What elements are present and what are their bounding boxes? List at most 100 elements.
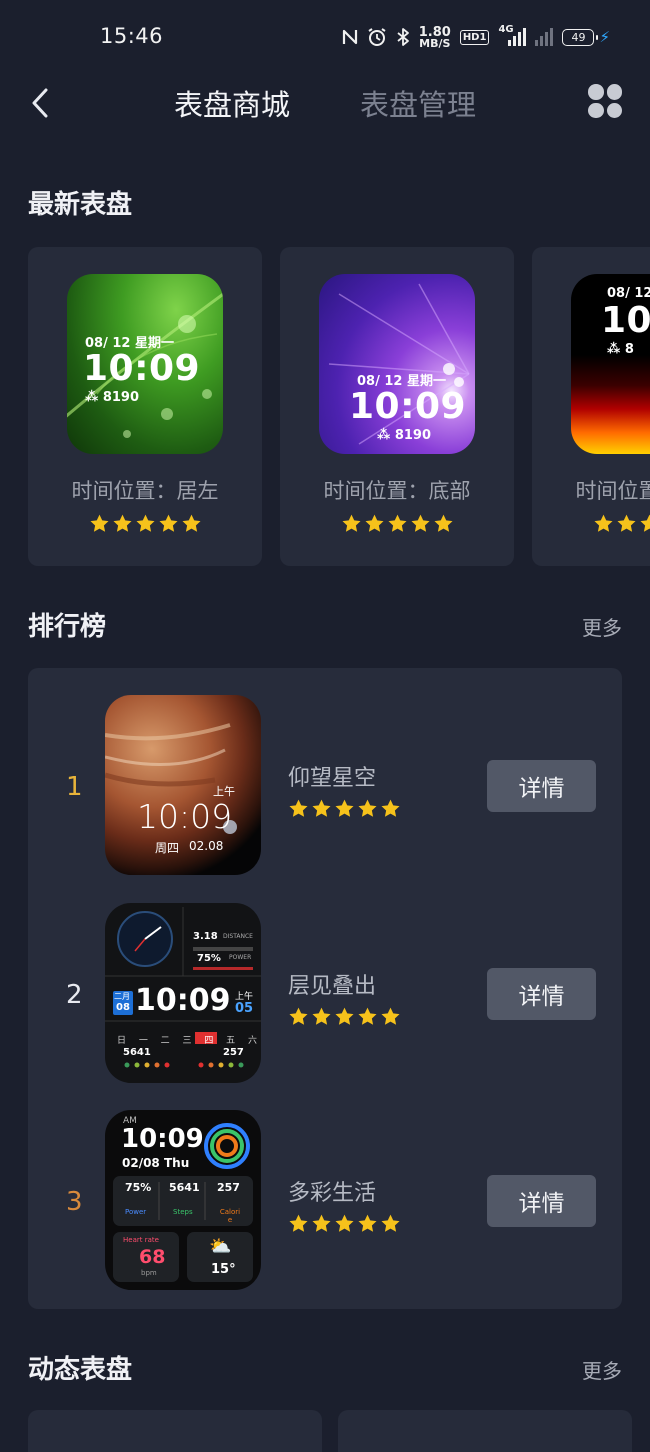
rating-stars — [288, 798, 401, 819]
face-steps-label: Steps — [173, 1208, 193, 1216]
face-heart-label: Heart rate — [123, 1236, 159, 1244]
tab-watchface-store[interactable]: 表盘商城 — [174, 82, 290, 124]
watchface-name: 多彩生活 — [288, 1181, 377, 1206]
grid-menu-icon[interactable] — [588, 84, 622, 118]
face-power: 75% — [125, 1181, 152, 1194]
star-icon — [411, 514, 430, 532]
latest-watchface-list[interactable]: 08/ 12 星期一 10:09 ⁂ 8190 时间位置：居左 08/ 12 星… — [28, 247, 650, 567]
face-distance-label: DISTANCE — [223, 933, 253, 940]
rating-stars — [89, 513, 202, 534]
watchface-card[interactable]: 08/ 12 星期一 10:09 ⁂ 8190 时间位置：底部 — [280, 247, 514, 566]
alarm-icon — [367, 27, 387, 47]
dynamic-section-title: 动态表盘 — [28, 1355, 133, 1385]
star-icon — [342, 514, 361, 532]
rank-number: 2 — [66, 980, 83, 1010]
star-icon — [90, 514, 109, 532]
rating-stars — [341, 513, 454, 534]
watchface-thumbnail: 08/ 12 星期一 10:09 ⁂ 8190 — [319, 274, 475, 454]
face-steps: 5641 — [123, 1047, 151, 1058]
star-icon — [159, 514, 178, 532]
dynamic-watchface-card[interactable] — [28, 1410, 322, 1452]
face-power: 75% — [197, 953, 221, 964]
flower-pattern — [328, 283, 470, 445]
dynamic-more-link[interactable]: 更多 — [582, 1355, 622, 1384]
star-icon — [365, 514, 384, 532]
star-icon — [594, 514, 613, 532]
face-weekday: 周四 — [155, 841, 180, 855]
detail-button[interactable]: 详情 — [487, 1175, 596, 1227]
face-calories: 257 — [223, 1047, 244, 1058]
star-icon — [312, 1214, 331, 1232]
watchface-card[interactable]: 08/ 12 星期一 10:09 ⁂ 8190 时间位置：居左 — [28, 247, 262, 566]
watchface-name: 仰望星空 — [288, 766, 377, 791]
steps-icon: ⁂ — [85, 390, 103, 405]
watchface-label: 时间位置：底部 — [323, 479, 471, 503]
face-day: 08 — [116, 1002, 130, 1013]
ranking-section-title: 排行榜 — [28, 612, 107, 642]
watchface-thumbnail[interactable]: AM 10:09 02/08 Thu 75% Power 5641 Steps … — [105, 1110, 261, 1290]
detail-button[interactable]: 详情 — [487, 968, 596, 1020]
star-icon — [289, 1007, 308, 1025]
bluetooth-icon — [396, 27, 410, 47]
star-icon — [358, 1007, 377, 1025]
latest-section-title: 最新表盘 — [28, 190, 133, 220]
watchface-thumbnail: 08/ 12 星期一 10:09 ⁂ 8190 — [67, 274, 223, 454]
detail-button[interactable]: 详情 — [487, 760, 596, 812]
signal-icon: 4G — [498, 24, 527, 46]
face-time: 10:09 — [137, 797, 233, 836]
star-icon — [289, 1214, 308, 1232]
face-weekday-row: 日一二三四五六 — [117, 1036, 257, 1046]
chevron-left-icon — [32, 88, 48, 118]
watchface-name: 层见叠出 — [288, 974, 377, 999]
watchface-thumbnail[interactable]: 上午 10:09 周四 02.08 — [105, 695, 261, 875]
status-icons: 1.80 MB/S HD1 4G 49 ⚡ — [342, 24, 610, 50]
star-icon — [640, 514, 650, 532]
watchface-card[interactable]: 08/ 12 10:09 ⁂ 8 时间位置：居左 — [532, 247, 650, 566]
star-icon — [335, 1214, 354, 1232]
face-steps: ⁂ 8190 — [85, 390, 140, 405]
face-time: 10:09 — [83, 348, 201, 389]
face-seconds: 05 — [235, 1001, 254, 1016]
rating-stars — [593, 513, 650, 534]
star-icon — [381, 1214, 400, 1232]
status-time: 15:46 — [100, 24, 164, 48]
dynamic-watchface-card[interactable] — [338, 1410, 632, 1452]
watchface-label: 时间位置：居左 — [575, 479, 650, 503]
face-time: 10:09 — [121, 1124, 204, 1154]
steps-icon: ⁂ — [607, 342, 625, 357]
star-icon — [335, 799, 354, 817]
face-date: 02.08 — [189, 839, 224, 853]
star-icon — [136, 514, 155, 532]
watchface-thumbnail[interactable]: 3.18 DISTANCE 75% POWER 二月 08 10:09 上午 0… — [105, 903, 261, 1083]
star-icon — [381, 1007, 400, 1025]
tab-watchface-manage[interactable]: 表盘管理 — [360, 82, 476, 124]
battery-icon: 49 — [562, 28, 599, 46]
face-time: 10:09 — [135, 983, 231, 1018]
ranking-more-link[interactable]: 更多 — [582, 612, 622, 641]
net-speed: 1.80 MB/S — [418, 25, 451, 50]
star-icon — [312, 1007, 331, 1025]
header: 表盘商城 表盘管理 — [0, 72, 650, 134]
star-icon — [388, 514, 407, 532]
star-icon — [358, 799, 377, 817]
status-bar: 15:46 1.80 MB/S HD1 4G 49 ⚡ — [0, 0, 650, 72]
face-heart-unit: bpm — [141, 1269, 157, 1277]
signal-secondary-icon — [535, 28, 554, 46]
watchface-thumbnail: 08/ 12 10:09 ⁂ 8 — [571, 274, 650, 454]
star-icon — [182, 514, 201, 532]
face-month: 二月 — [114, 992, 130, 1001]
star-icon — [335, 1007, 354, 1025]
back-button[interactable] — [26, 86, 54, 120]
star-icon — [434, 514, 453, 532]
nfc-icon — [342, 28, 358, 46]
charging-icon: ⚡ — [599, 28, 610, 46]
face-power-label: Power — [125, 1208, 147, 1216]
star-icon — [381, 799, 400, 817]
face-distance: 3.18 — [193, 931, 218, 942]
face-steps: ⁂ 8 — [607, 342, 634, 357]
star-icon — [312, 799, 331, 817]
rating-stars — [288, 1006, 401, 1027]
star-icon — [113, 514, 132, 532]
weather-icon: ⛅ — [209, 1236, 232, 1257]
star-icon — [617, 514, 636, 532]
